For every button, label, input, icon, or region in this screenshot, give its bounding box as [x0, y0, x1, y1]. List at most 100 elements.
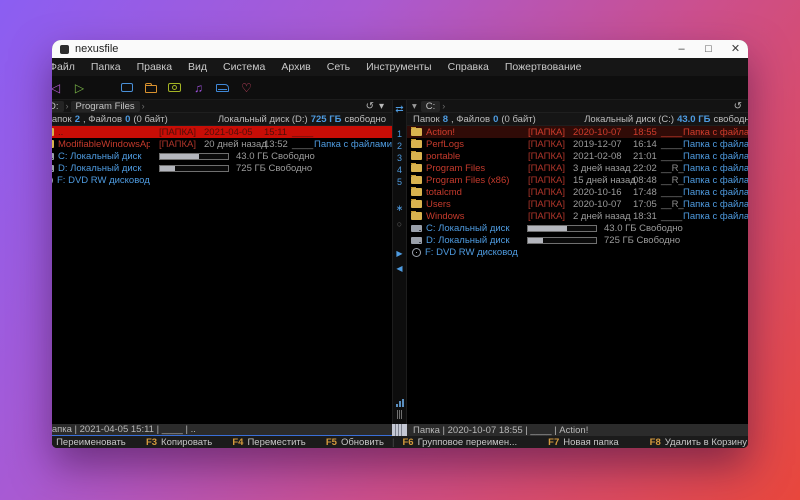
quick-tab-1[interactable]: 1: [397, 128, 402, 140]
drive-icon: [411, 224, 422, 232]
file-row[interactable]: ModifiableWindowsApps [ПАПКА] 20 дней наза…: [52, 138, 392, 150]
drive-row[interactable]: C: Локальный диск 43.0 ГБ Свободно: [407, 222, 748, 234]
forward-icon[interactable]: ▷: [71, 79, 88, 96]
heart-icon[interactable]: ♡: [238, 79, 255, 96]
fkey-f5-button[interactable]: F5 Обновить: [326, 437, 384, 448]
breadcrumb: D: › Program Files ›: [52, 100, 147, 112]
cd-drive-icon: [52, 175, 53, 185]
fkey-f3-button[interactable]: F3 Копировать: [146, 437, 212, 448]
item-name: ModifiableWindowsApps: [58, 138, 150, 150]
quick-tab-4[interactable]: 4: [397, 164, 402, 176]
music-icon[interactable]: ♫: [190, 79, 207, 96]
folder-icon: [411, 162, 422, 172]
drive-row[interactable]: D: Локальный диск 725 ГБ Свободно: [52, 162, 392, 174]
monitor-icon[interactable]: [118, 79, 135, 96]
item-attributes: __R_: [661, 162, 684, 174]
folders-label: Папок: [52, 113, 72, 125]
fkey-f7-button[interactable]: F7 Новая папка: [548, 437, 618, 448]
close-button[interactable]: ✕: [722, 40, 748, 58]
menu-item-5[interactable]: Система: [215, 61, 273, 73]
quick-tab-2[interactable]: 2: [397, 140, 402, 152]
menu-item-7[interactable]: Сеть: [319, 61, 358, 73]
menu-item-6[interactable]: Архив: [273, 61, 318, 73]
menu-item-10[interactable]: Пожертвование: [497, 61, 590, 73]
file-row[interactable]: Action! [ПАПКА] 2020-10-07 18:55 ____ Папка с…: [407, 126, 748, 138]
free-word: свободно: [344, 113, 386, 125]
file-row[interactable]: portable [ПАПКА] 2021-02-08 21:01 ____ Папка …: [407, 150, 748, 162]
file-row[interactable]: Program Files (x86) [ПАПКА] 15 дней назад 0…: [407, 174, 748, 186]
splitter-grip[interactable]: [392, 424, 407, 436]
swap-panes-icon[interactable]: ⇄: [395, 103, 403, 116]
item-tag: [ПАПКА]: [527, 210, 565, 222]
menu-item-3[interactable]: Правка: [129, 61, 180, 73]
file-row[interactable]: totalcmd [ПАПКА] 2020-10-16 17:48 ____ Папка …: [407, 186, 748, 198]
fkey-f8-button[interactable]: F8 Удалить в Корзину: [650, 437, 747, 448]
right-file-list[interactable]: Action! [ПАПКА] 2020-10-07 18:55 ____ Папка с…: [407, 126, 748, 424]
drive-row[interactable]: D: Локальный диск 725 ГБ Свободно: [407, 234, 748, 246]
chevron-right-icon: ›: [65, 101, 69, 111]
quick-tab-5[interactable]: 5: [397, 176, 402, 188]
stats-icon[interactable]: [395, 399, 404, 407]
menu-item-9[interactable]: Справка: [440, 61, 497, 73]
item-name: C: Локальный диск: [426, 222, 510, 234]
play-left-icon[interactable]: ◀: [396, 262, 402, 275]
fkey-f4-button[interactable]: F4 Переместить: [232, 437, 305, 448]
cd-drive-icon: [412, 247, 421, 257]
disk-icon[interactable]: [214, 79, 231, 96]
minimize-button[interactable]: –: [668, 40, 695, 58]
file-row[interactable]: .. [ПАПКА] 2021-04-05 15:11 ____: [52, 126, 392, 138]
chevron-down-icon[interactable]: ▾: [379, 101, 384, 112]
fkey-f2-button[interactable]: F2Переименовать: [52, 437, 126, 448]
camera-icon[interactable]: [166, 79, 183, 96]
back-icon[interactable]: ◁: [52, 79, 64, 96]
path-segment[interactable]: C:: [420, 100, 441, 112]
toolbar: ◁ ▷ ♫ ♡: [52, 76, 748, 100]
files-count: 0: [125, 113, 131, 125]
item-date: 20 дней назад: [204, 138, 267, 150]
drive-row[interactable]: F: DVD RW дисковод: [52, 174, 392, 186]
drive-row[interactable]: C: Локальный диск 43.0 ГБ Свободно: [52, 150, 392, 162]
menu-item-2[interactable]: Папка: [83, 61, 129, 73]
pane-splitter[interactable]: ⇄ 12345 ∗ ○ ▶ ◀: [392, 100, 407, 424]
file-row[interactable]: Program Files [ПАПКА] 3 дней назад 22:02 __R…: [407, 162, 748, 174]
menu-item-8[interactable]: Инструменты: [358, 61, 439, 73]
left-file-list[interactable]: .. [ПАПКА] 2021-04-05 15:11 ____ ModifiableWi…: [52, 126, 392, 424]
file-row[interactable]: Users [ПАПКА] 2020-10-07 17:05 __R_ Папка с ф…: [407, 198, 748, 210]
function-key-bar: F2Переименовать F3Копировать F4Переместить…: [52, 436, 748, 448]
right-path-bar[interactable]: ▾ C: › ↺: [407, 100, 748, 113]
fkey-label: F3: [145, 436, 158, 448]
folder-icon: [52, 140, 54, 148]
item-time: 17:48: [633, 186, 657, 198]
splitter-grip-icon[interactable]: [397, 410, 402, 419]
fkey-action-label: Копировать: [161, 436, 213, 448]
folder-icon[interactable]: [142, 79, 159, 96]
circle-icon[interactable]: ○: [397, 218, 402, 231]
folders-count: 2: [74, 113, 80, 125]
size-note: (0 байт): [501, 113, 536, 125]
item-date: 3 дней назад: [573, 162, 631, 174]
menu-item-4[interactable]: Вид: [180, 61, 215, 73]
file-row[interactable]: Windows [ПАПКА] 2 дней назад 18:31 ____ Папка…: [407, 210, 748, 222]
drive-row[interactable]: F: DVD RW дисковод: [407, 246, 748, 258]
quick-tab-3[interactable]: 3: [397, 152, 402, 164]
refresh-icon[interactable]: ↺: [366, 101, 374, 112]
chevron-down-icon[interactable]: ▾: [412, 101, 417, 112]
menu-item-1[interactable]: Файл: [52, 61, 83, 73]
fkey-f6-button[interactable]: F6 Групповое переимен...: [402, 437, 517, 448]
play-right-icon[interactable]: ▶: [396, 247, 402, 260]
disk-label: Локальный диск (D:): [217, 113, 308, 125]
refresh-icon[interactable]: ↺: [734, 101, 742, 112]
star-icon[interactable]: ∗: [396, 202, 404, 215]
left-path-bar[interactable]: D: › Program Files › ↺ ▾: [52, 100, 392, 113]
fkey-action-label: Групповое переимен...: [417, 436, 518, 448]
item-time: 13:52: [264, 138, 288, 150]
maximize-button[interactable]: □: [695, 40, 722, 58]
title-bar[interactable]: nexusfile – □ ✕: [52, 40, 748, 58]
item-name: F: DVD RW дисковод: [425, 246, 518, 258]
left-status-bar: Папка | 2021-04-05 15:11 | ____ | ..: [52, 424, 392, 436]
file-row[interactable]: PerfLogs [ПАПКА] 2019-12-07 16:14 ____ Папка …: [407, 138, 748, 150]
path-segment[interactable]: Program Files: [70, 100, 140, 112]
files-label: , Файлов: [83, 113, 123, 125]
path-segment[interactable]: D:: [52, 100, 64, 112]
item-attributes: __R_: [661, 174, 684, 186]
